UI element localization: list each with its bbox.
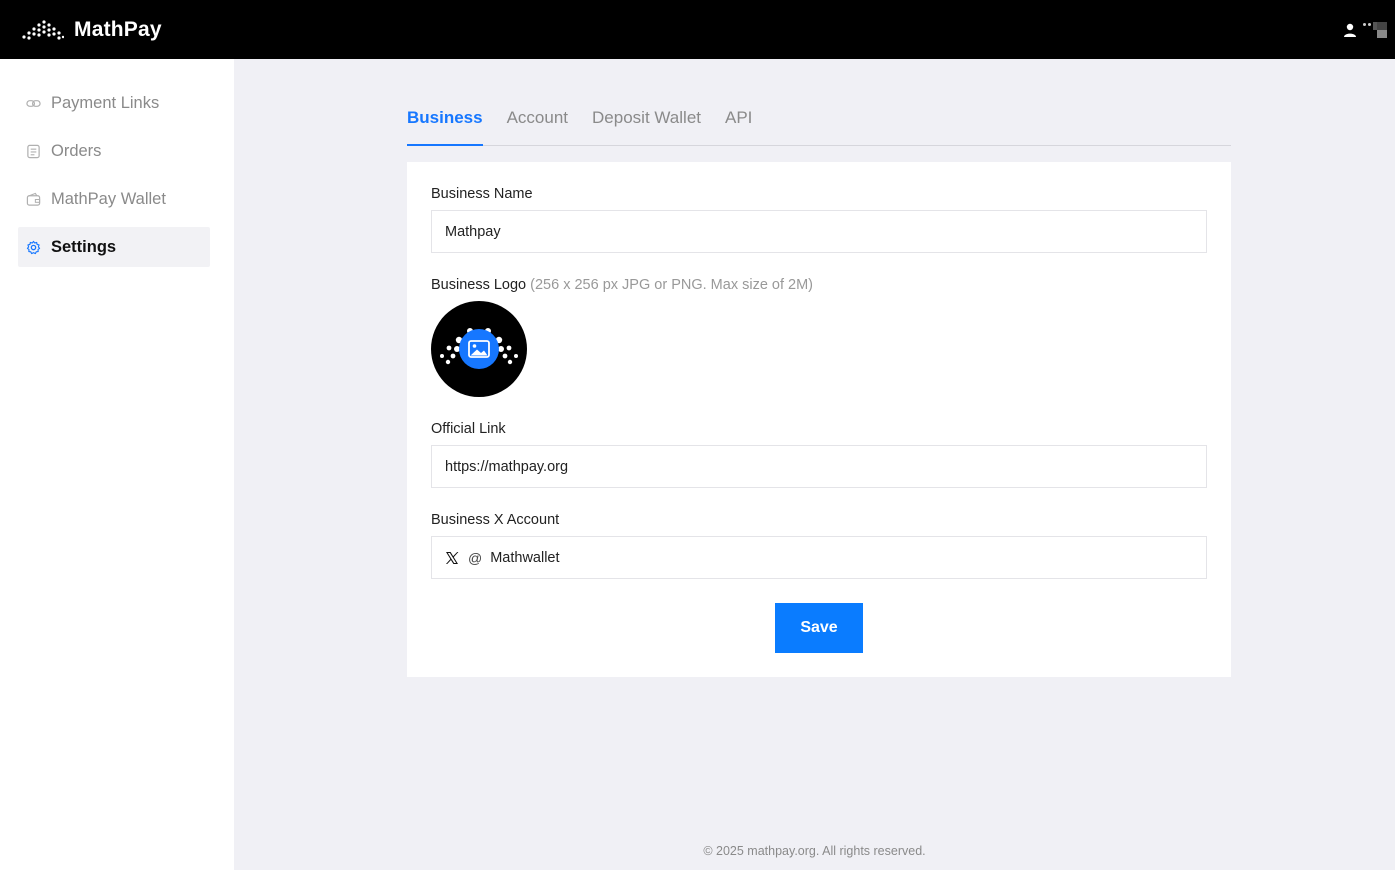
main-content: Business Account Deposit Wallet API Busi…: [234, 59, 1395, 870]
sidebar-item-label: Settings: [51, 237, 117, 256]
sidebar-item-label: Orders: [51, 141, 102, 160]
x-logo-icon: [446, 551, 459, 564]
sidebar: Payment Links Orders MathPay Wallet Sett…: [0, 59, 234, 870]
user-menu[interactable]: [1343, 20, 1387, 40]
mathpay-logo-icon: [22, 19, 64, 40]
save-button[interactable]: Save: [775, 603, 863, 653]
sidebar-item-settings[interactable]: Settings: [18, 227, 210, 267]
x-account-input[interactable]: @ Mathwallet: [431, 536, 1207, 579]
official-link-value: https://mathpay.org: [445, 458, 569, 475]
business-settings-card: Business Name Mathpay Business Logo (256…: [407, 162, 1231, 677]
business-logo-upload[interactable]: [431, 301, 527, 397]
footer-copyright: © 2025 mathpay.org. All rights reserved.: [703, 844, 926, 858]
sidebar-item-payment-links[interactable]: Payment Links: [18, 83, 210, 123]
x-account-value: Mathwallet: [490, 549, 560, 566]
at-prefix: @: [468, 549, 483, 566]
official-link-input[interactable]: https://mathpay.org: [431, 445, 1207, 488]
business-logo-label: Business Logo (256 x 256 px JPG or PNG. …: [431, 277, 814, 293]
brand-name: MathPay: [74, 17, 162, 41]
sidebar-item-orders[interactable]: Orders: [18, 131, 210, 171]
official-link-label: Official Link: [431, 421, 506, 437]
business-logo-hint: (256 x 256 px JPG or PNG. Max size of 2M…: [530, 277, 814, 293]
user-icon: [1344, 23, 1356, 37]
business-name-value: Mathpay: [445, 223, 501, 240]
tab-deposit-wallet[interactable]: Deposit Wallet: [592, 99, 701, 146]
x-account-label: Business X Account: [431, 512, 560, 528]
sidebar-item-mathpay-wallet[interactable]: MathPay Wallet: [18, 179, 210, 219]
tab-api[interactable]: API: [725, 99, 752, 146]
business-name-input[interactable]: Mathpay: [431, 210, 1207, 253]
document-icon: [27, 144, 40, 158]
sidebar-item-label: Payment Links: [51, 93, 160, 112]
business-logo-image: [440, 328, 518, 369]
top-bar: MathPay: [0, 0, 1395, 59]
wallet-icon: [26, 192, 41, 206]
settings-tabs: Business Account Deposit Wallet API: [407, 99, 1231, 146]
brand[interactable]: MathPay: [22, 18, 162, 42]
gear-icon: [26, 240, 41, 254]
sidebar-item-label: MathPay Wallet: [51, 189, 166, 208]
link-icon: [26, 99, 41, 107]
avatar-icon: [1363, 20, 1387, 40]
tab-business[interactable]: Business: [407, 99, 483, 146]
business-name-label: Business Name: [431, 186, 533, 202]
tab-account[interactable]: Account: [507, 99, 568, 146]
